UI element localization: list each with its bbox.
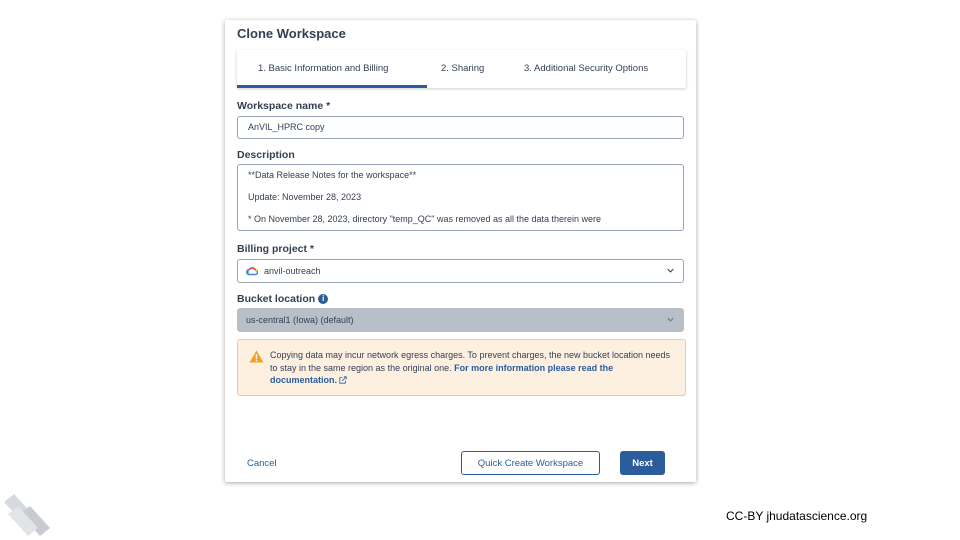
description-line: Update: November 28, 2023 — [248, 192, 362, 202]
tab-security-options[interactable]: 3. Additional Security Options — [524, 63, 648, 74]
bucket-location-select: us-central1 (Iowa) (default) — [237, 308, 684, 332]
bucket-location-label-text: Bucket location — [237, 293, 316, 305]
wizard-tabs: 1. Basic Information and Billing 2. Shar… — [237, 50, 686, 88]
tab-sharing[interactable]: 2. Sharing — [441, 63, 484, 74]
description-textarea[interactable]: **Data Release Notes for the workspace**… — [237, 164, 684, 231]
chevron-down-icon — [667, 268, 674, 273]
info-icon[interactable]: i — [318, 294, 329, 304]
dialog-title: Clone Workspace — [237, 26, 346, 41]
description-label: Description — [237, 149, 295, 161]
clone-workspace-dialog: Clone Workspace 1. Basic Information and… — [225, 20, 696, 482]
license-text: CC-BY jhudatascience.org — [726, 509, 868, 523]
billing-project-value: anvil-outreach — [264, 266, 321, 276]
tab-basic-information[interactable]: 1. Basic Information and Billing — [258, 63, 388, 74]
quick-create-workspace-button[interactable]: Quick Create Workspace — [461, 451, 600, 475]
active-tab-indicator — [237, 85, 427, 88]
chevron-down-icon — [667, 317, 674, 322]
description-line: * On November 28, 2023, directory "temp_… — [248, 214, 602, 224]
workspace-name-label: Workspace name * — [237, 100, 331, 112]
external-link-icon[interactable] — [339, 376, 347, 384]
bucket-location-label: Bucket location i — [237, 293, 329, 305]
bucket-location-value: us-central1 (Iowa) (default) — [246, 315, 354, 325]
billing-project-select[interactable]: anvil-outreach — [237, 259, 684, 283]
description-line: **Data Release Notes for the workspace** — [248, 170, 417, 180]
google-cloud-icon — [246, 267, 258, 276]
billing-project-label: Billing project * — [237, 243, 315, 255]
cancel-button[interactable]: Cancel — [247, 458, 277, 469]
next-button[interactable]: Next — [620, 451, 665, 475]
logo-icon — [4, 494, 50, 536]
workspace-name-input[interactable]: AnVIL_HPRC copy — [237, 116, 684, 139]
warning-icon — [249, 350, 264, 363]
egress-warning: Copying data may incur network egress ch… — [237, 339, 686, 396]
